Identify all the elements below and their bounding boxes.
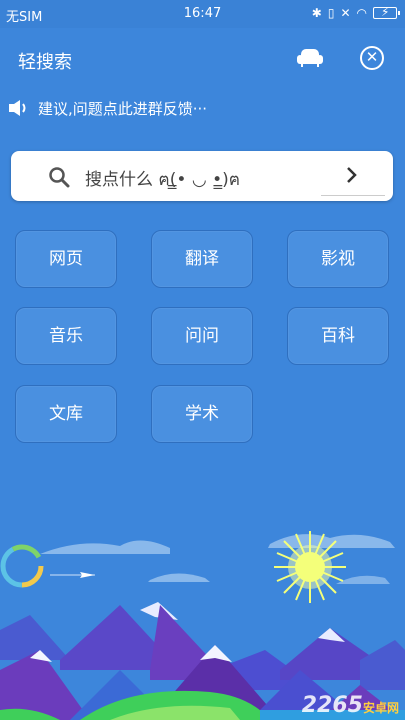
- mute-icon: ✕: [340, 6, 351, 20]
- search-input[interactable]: 搜点什么 ฅ(̳• ◡ •̳)ฅ: [85, 165, 240, 193]
- bluetooth-icon: ✱: [311, 6, 322, 20]
- app-title: 轻搜索: [18, 52, 72, 73]
- category-button-academic[interactable]: 学术: [151, 385, 253, 443]
- vibrate-icon: ▯: [327, 6, 335, 20]
- category-button-webpage[interactable]: 网页: [15, 230, 117, 288]
- category-button-video[interactable]: 影视: [287, 230, 389, 288]
- speaker-icon: [9, 100, 26, 116]
- status-icons: ✱ ▯ ✕ ◠ ⚡: [311, 5, 400, 20]
- watermark-sub: 安卓网: [362, 701, 399, 715]
- status-bar: 无SIM 16:47 ✱ ▯ ✕ ◠ ⚡: [0, 0, 405, 28]
- close-icon[interactable]: ✕: [360, 46, 384, 70]
- notice-text: 建议,问题点此进群反馈···: [38, 99, 208, 118]
- chevron-right-icon[interactable]: [342, 164, 362, 186]
- category-button-translate[interactable]: 翻译: [151, 230, 253, 288]
- wifi-icon: ◠: [356, 6, 367, 20]
- watermark: 2265安卓网: [302, 693, 399, 718]
- divider: [321, 195, 385, 196]
- sofa-icon[interactable]: [296, 48, 324, 68]
- category-button-qa[interactable]: 问问: [151, 307, 253, 365]
- app-bar: 轻搜索 ✕: [0, 28, 405, 88]
- search-icon: [49, 167, 70, 188]
- search-box[interactable]: 搜点什么 ฅ(̳• ◡ •̳)ฅ: [11, 151, 393, 201]
- landscape-illustration: [0, 531, 405, 720]
- category-button-encyclopedia[interactable]: 百科: [287, 307, 389, 365]
- battery-icon: ⚡: [373, 5, 400, 19]
- watermark-number: 2265: [301, 693, 363, 718]
- category-button-music[interactable]: 音乐: [15, 307, 117, 365]
- category-button-library[interactable]: 文库: [15, 385, 117, 443]
- feedback-notice[interactable]: 建议,问题点此进群反馈···: [8, 96, 207, 120]
